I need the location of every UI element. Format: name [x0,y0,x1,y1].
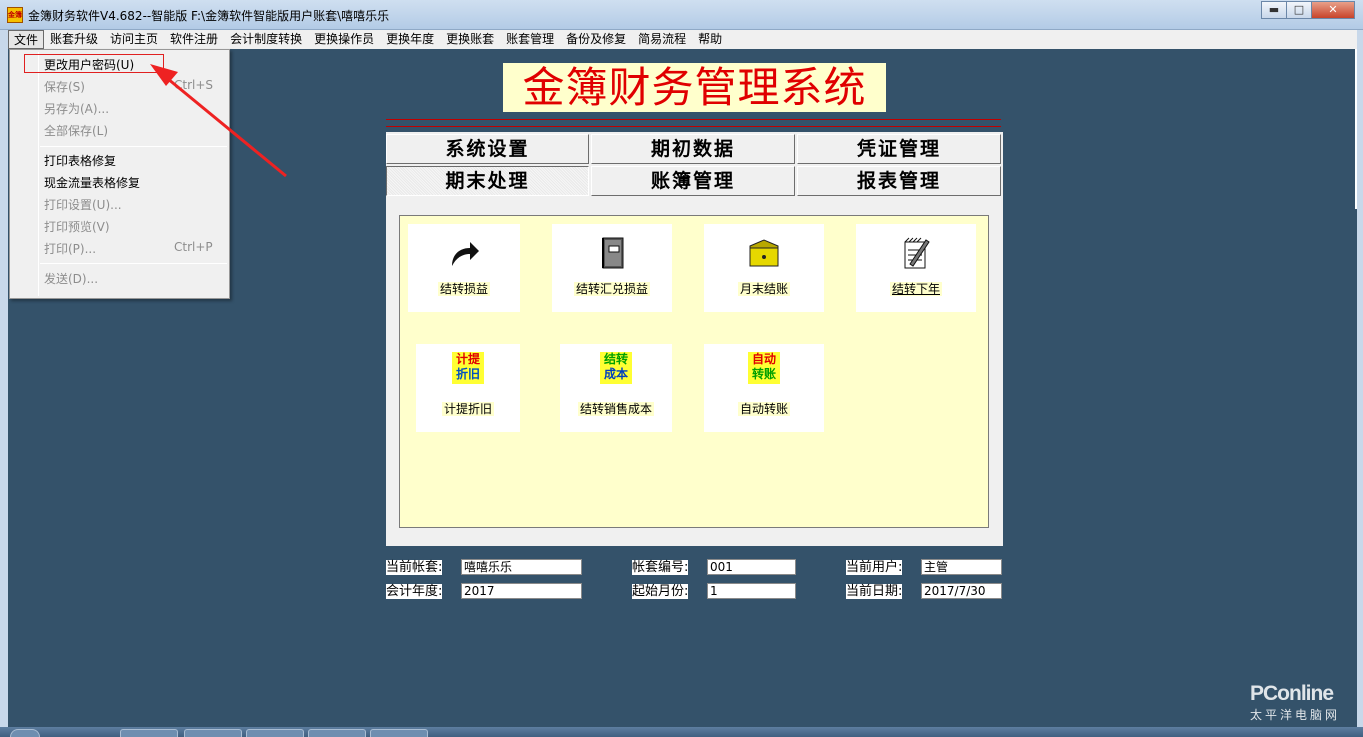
action-month-end-close[interactable]: 月末结账 [704,224,824,312]
menu-item-print-table-repair[interactable]: 打印表格修复 [44,152,116,169]
current-user-field: 主管 [921,559,1002,575]
notebook-icon [596,236,628,270]
menu-visit-homepage[interactable]: 访问主页 [104,30,164,49]
action-label: 自动转账 [737,402,790,416]
menu-account-upgrade[interactable]: 账套升级 [44,30,104,49]
window-frame-left [0,30,8,730]
title-divider-top [386,119,1001,120]
file-menu-dropdown: 更改用户密码(U) Ctrl+S 保存(S) 另存为(A)... 全部保存(L)… [9,49,230,299]
current-account-label: 当前帐套: [386,560,443,575]
tab-opening-data[interactable]: 期初数据 [591,134,795,164]
account-no-label: 帐套编号: [632,560,689,575]
app-icon: 金簿 [7,7,23,23]
start-button[interactable] [10,729,40,737]
fiscal-year-field: 2017 [461,583,582,599]
taskbar-app-1[interactable] [120,729,178,737]
tab-ledger-management[interactable]: 账簿管理 [591,166,795,196]
title-bar[interactable]: 金簿 金簿财务软件V4.682--智能版 F:\金簿软件智能版用户账套\嘻嘻乐乐… [0,0,1363,30]
menu-item-save-as[interactable]: 另存为(A)... [44,100,109,117]
menu-item-print-setup[interactable]: 打印设置(U)... [44,196,122,213]
taskbar-app-3[interactable] [246,729,304,737]
account-no-field: 001 [707,559,796,575]
menu-item-save-all[interactable]: 全部保存(L) [44,122,108,139]
menu-shortcut-save: Ctrl+S [174,78,214,92]
menu-gutter [38,52,39,296]
minimize-button[interactable]: ▬ [1261,1,1287,19]
menu-simple-flow[interactable]: 简易流程 [632,30,692,49]
title-divider-bottom [386,126,1001,127]
action-auto-transfer[interactable]: 自动 转账 自动转账 [704,344,824,432]
menu-account-management[interactable]: 账套管理 [500,30,560,49]
cost-text-icon: 结转 成本 [600,352,632,384]
current-date-field: 2017/7/30 [921,583,1002,599]
menu-item-print[interactable]: 打印(P)... [44,240,96,257]
current-account-field: 嘻嘻乐乐 [461,559,582,575]
menu-shortcut-print: Ctrl+P [174,240,213,254]
start-month-label: 起始月份: [632,584,689,599]
menu-bar: 文件 账套升级 访问主页 软件注册 会计制度转换 更换操作员 更换年度 更换账套… [8,30,1357,49]
menu-file[interactable]: 文件 [8,30,45,49]
page-title: 金簿财务管理系统 [503,63,886,112]
current-user-label: 当前用户: [846,560,903,575]
action-label: 计提折旧 [441,402,494,416]
tab-period-end[interactable]: 期末处理 [386,166,589,196]
close-button[interactable]: ✕ [1311,1,1355,19]
menu-item-print-preview[interactable]: 打印预览(V) [44,218,110,235]
menu-backup-repair[interactable]: 备份及修复 [560,30,632,49]
watermark-sub: 太平洋电脑网 [1250,708,1341,722]
action-depreciation[interactable]: 计提 折旧 计提折旧 [416,344,520,432]
menu-help[interactable]: 帮助 [692,30,728,49]
folder-icon [748,236,780,270]
action-label: 结转损益 [437,282,490,296]
menu-separator [40,146,227,147]
highlight-box [24,54,164,73]
action-label: 结转销售成本 [577,402,654,416]
tab-voucher-management[interactable]: 凭证管理 [797,134,1001,164]
notepad-pen-icon [900,236,932,270]
window-frame-right [1357,30,1363,730]
start-month-field: 1 [707,583,796,599]
curved-arrow-icon [448,236,480,270]
tab-system-settings[interactable]: 系统设置 [386,134,589,164]
taskbar-app-4[interactable] [308,729,366,737]
maximize-button[interactable]: □ [1286,1,1312,19]
action-carry-forward-pl[interactable]: 结转损益 [408,224,520,312]
action-carry-forward-fx[interactable]: 结转汇兑损益 [552,224,672,312]
fiscal-year-label: 会计年度: [386,584,443,599]
depreciation-text-icon: 计提 折旧 [452,352,484,384]
window-title: 金簿财务软件V4.682--智能版 F:\金簿软件智能版用户账套\嘻嘻乐乐 [28,9,390,23]
menu-change-account[interactable]: 更换账套 [440,30,500,49]
action-label: 结转汇兑损益 [573,282,650,296]
action-carry-forward-cost[interactable]: 结转 成本 结转销售成本 [560,344,672,432]
tab-report-management[interactable]: 报表管理 [797,166,1001,196]
taskbar-app-2[interactable] [184,729,242,737]
menu-accounting-system-convert[interactable]: 会计制度转换 [224,30,308,49]
watermark-brand: PConline [1250,682,1334,705]
action-label: 月末结账 [737,282,790,296]
watermark: PConline 太平洋电脑网 [1250,682,1340,723]
menu-item-cashflow-table-repair[interactable]: 现金流量表格修复 [44,174,140,191]
action-carry-forward-next-year[interactable]: 结转下年 [856,224,976,312]
menu-change-year[interactable]: 更换年度 [380,30,440,49]
menu-item-save[interactable]: 保存(S) [44,78,85,95]
current-date-label: 当前日期: [846,584,903,599]
menu-separator [40,263,227,264]
menu-software-register[interactable]: 软件注册 [164,30,224,49]
menu-change-operator[interactable]: 更换操作员 [308,30,380,49]
client-edge [1355,49,1357,209]
auto-transfer-text-icon: 自动 转账 [748,352,780,384]
menu-item-send[interactable]: 发送(D)... [44,270,98,287]
action-label: 结转下年 [889,282,942,296]
window-controls: ▬ □ ✕ [1261,1,1355,19]
taskbar-app-5[interactable] [370,729,428,737]
